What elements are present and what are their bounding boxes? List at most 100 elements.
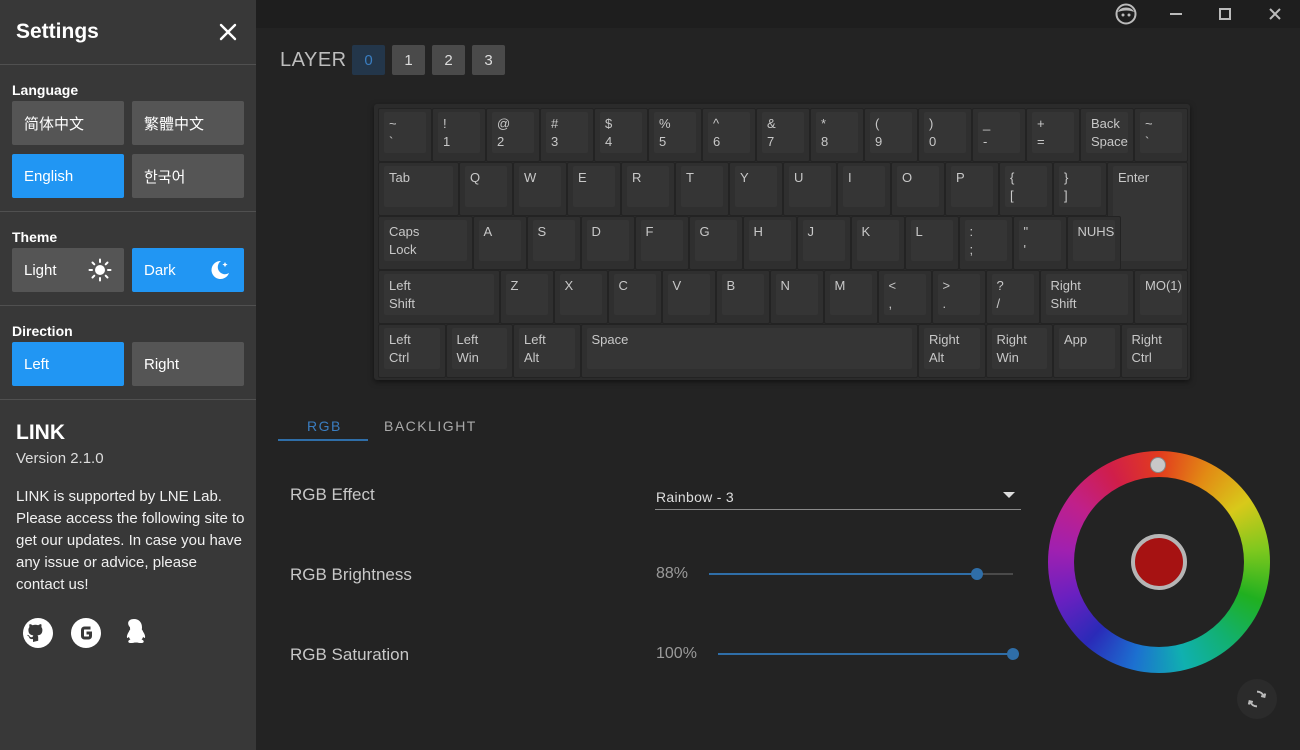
key-h[interactable]: H [742,216,797,270]
key-p[interactable]: P [945,162,999,216]
key-1[interactable]: ! 1 [432,108,486,162]
key-v[interactable]: V [661,270,716,324]
key-d[interactable]: D [580,216,635,270]
qq-link[interactable] [118,617,150,649]
key-r[interactable]: R [621,162,675,216]
key-space[interactable]: Space [580,324,918,378]
key-tab[interactable]: Tab [378,162,459,216]
key-right-ctrl[interactable]: Right Ctrl [1120,324,1188,378]
key-9[interactable]: ( 9 [864,108,918,162]
key-4[interactable]: $ 4 [594,108,648,162]
key-left-alt[interactable]: Left Alt [513,324,581,378]
key-right-shift[interactable]: Right Shift [1039,270,1134,324]
language-option-zh-hant[interactable]: 繁體中文 [132,101,244,145]
key-6[interactable]: ^ 6 [702,108,756,162]
direction-option-left[interactable]: Left [12,342,124,386]
g-link[interactable] [70,617,102,649]
color-wheel[interactable] [1048,451,1270,673]
key-x[interactable]: X [553,270,608,324]
tab-rgb[interactable]: RGB [307,418,342,434]
layer-button-3[interactable]: 3 [472,45,505,75]
key-z[interactable]: Z [499,270,554,324]
github-link[interactable] [22,617,54,649]
key-mo-1[interactable]: MO(1) [1134,270,1188,324]
key-symbol[interactable]: { [ [999,162,1053,216]
key-symbol[interactable]: + = [1026,108,1080,162]
key-l[interactable]: L [904,216,959,270]
minimize-button[interactable] [1164,2,1188,26]
key-right-alt[interactable]: Right Alt [918,324,986,378]
key-5[interactable]: % 5 [648,108,702,162]
key-left-shift[interactable]: Left Shift [378,270,500,324]
slider-thumb[interactable] [1007,648,1019,660]
reset-color-button[interactable] [1237,679,1277,719]
rgb-brightness-slider[interactable] [709,568,1013,580]
close-settings-button[interactable] [216,20,240,44]
key-3[interactable]: # 3 [540,108,594,162]
language-option-korean[interactable]: 한국어 [132,154,244,198]
key-nuhs[interactable]: NUHS [1066,216,1121,270]
layer-button-0[interactable]: 0 [352,45,385,75]
close-window-button[interactable] [1263,2,1287,26]
key-a[interactable]: A [472,216,527,270]
key-w[interactable]: W [513,162,567,216]
key-8[interactable]: * 8 [810,108,864,162]
key-c[interactable]: C [607,270,662,324]
minimize-icon [1170,13,1182,15]
key-m[interactable]: M [823,270,878,324]
key-y[interactable]: Y [729,162,783,216]
layer-button-1[interactable]: 1 [392,45,425,75]
key-2[interactable]: @ 2 [486,108,540,162]
key-symbol[interactable]: : ; [958,216,1013,270]
key-g[interactable]: G [688,216,743,270]
key-symbol[interactable]: < , [877,270,932,324]
key-symbol[interactable]: ? / [985,270,1040,324]
key-left-win[interactable]: Left Win [445,324,513,378]
layer-label: LAYER [280,49,347,71]
key-n[interactable]: N [769,270,824,324]
key-label: Left Win [456,332,479,365]
key-symbol[interactable]: _ - [972,108,1026,162]
layer-button-2[interactable]: 2 [432,45,465,75]
key-f[interactable]: F [634,216,689,270]
key-i[interactable]: I [837,162,891,216]
language-option-zh-hans[interactable]: 简体中文 [12,101,124,145]
key-u[interactable]: U [783,162,837,216]
key-e[interactable]: E [567,162,621,216]
key-q[interactable]: Q [459,162,513,216]
about-title: LINK [16,421,65,444]
key-caps-lock[interactable]: Caps Lock [378,216,473,270]
language-option-english[interactable]: English [12,154,124,198]
rgb-saturation-slider[interactable] [718,648,1019,660]
color-wheel-handle[interactable] [1150,457,1166,473]
rgb-effect-select[interactable]: Rainbow - 3 [655,486,1021,510]
key-back-space[interactable]: Back Space [1080,108,1134,162]
key-symbol[interactable]: } ] [1053,162,1107,216]
divider [0,211,256,212]
key-o[interactable]: O [891,162,945,216]
key-right-win[interactable]: Right Win [985,324,1053,378]
key-0[interactable]: ) 0 [918,108,972,162]
slider-thumb[interactable] [970,568,983,580]
tab-backlight[interactable]: BACKLIGHT [384,418,477,434]
key-k[interactable]: K [850,216,905,270]
key-label: Z [510,278,519,293]
feedback-button[interactable] [1114,2,1138,26]
key-7[interactable]: & 7 [756,108,810,162]
key-t[interactable]: T [675,162,729,216]
key-b[interactable]: B [715,270,770,324]
key-j[interactable]: J [796,216,851,270]
maximize-button[interactable] [1213,2,1237,26]
key-symbol[interactable]: " ' [1012,216,1067,270]
key-left-ctrl[interactable]: Left Ctrl [378,324,446,378]
key-symbol[interactable]: > . [931,270,986,324]
key-label: Q [470,170,481,185]
direction-option-right[interactable]: Right [132,342,244,386]
theme-option-dark[interactable]: Dark [132,248,244,292]
key-s[interactable]: S [526,216,581,270]
key-symbol[interactable]: ~ ` [378,108,432,162]
key-symbol[interactable]: ~ ` [1134,108,1188,162]
language-label: Language [12,82,79,98]
key-app[interactable]: App [1053,324,1121,378]
theme-option-light[interactable]: Light [12,248,124,292]
